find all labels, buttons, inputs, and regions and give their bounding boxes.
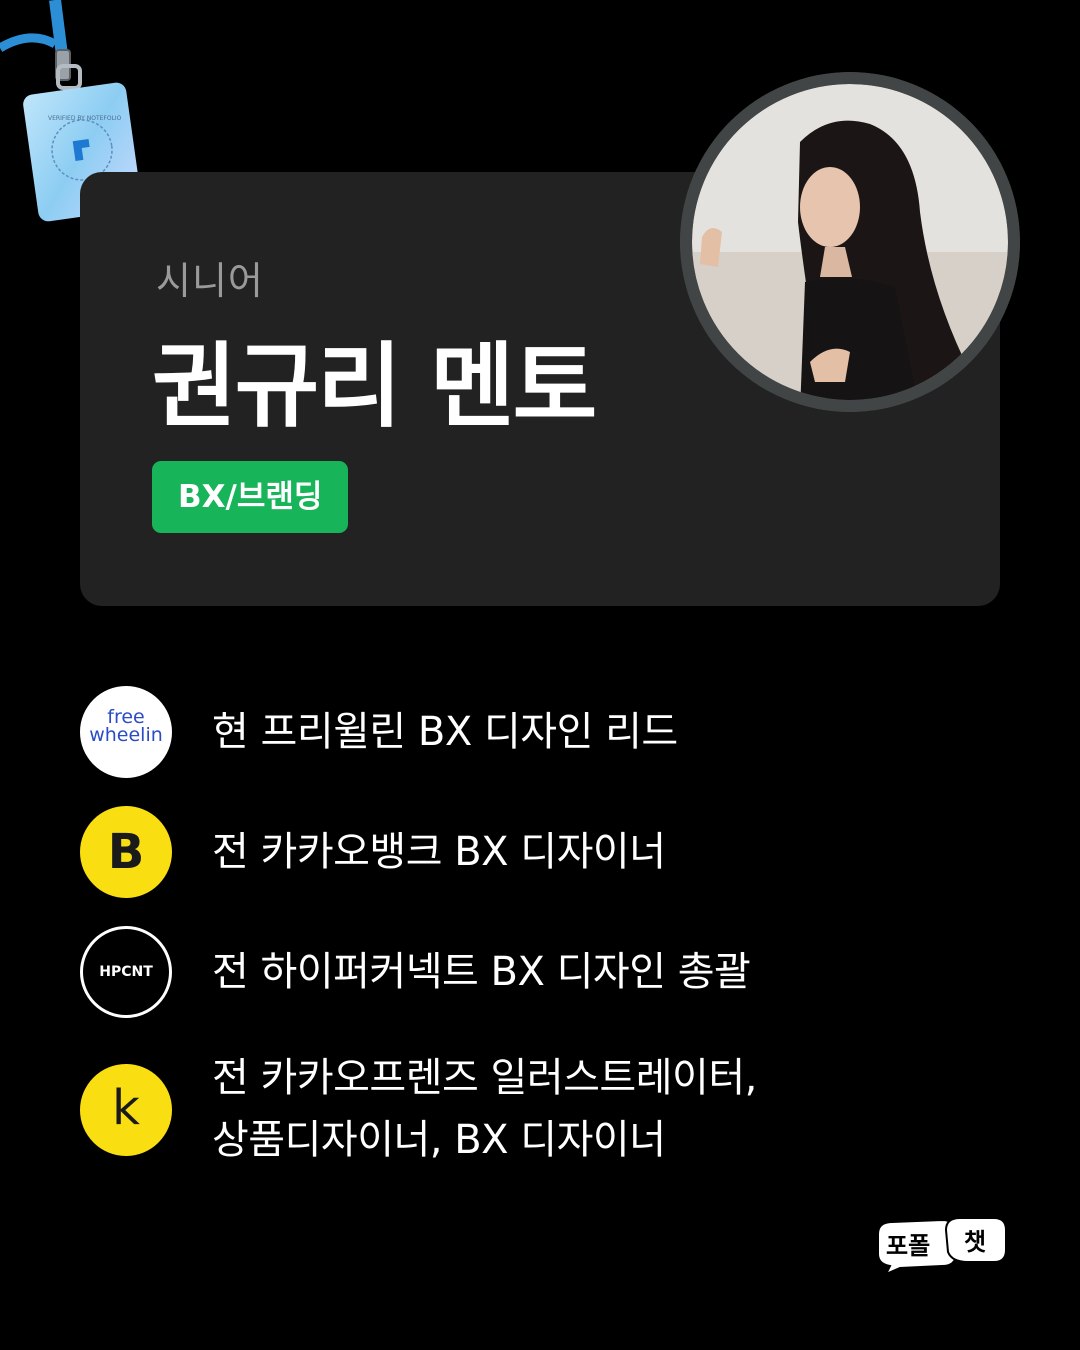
hpcnt-logo-icon: HPCNT bbox=[80, 926, 172, 1018]
kakaofriends-logo-glyph: k bbox=[112, 1080, 140, 1136]
badge-label: VERIFIED BY NOTEFOLIO bbox=[48, 115, 122, 122]
category-tag[interactable]: BX/브랜딩 bbox=[152, 461, 349, 533]
career-text-line-2: 상품디자이너, BX 디자이너 bbox=[212, 1117, 666, 1163]
brand-text-1: 포폴 bbox=[886, 1232, 930, 1260]
mentor-avatar bbox=[680, 72, 1020, 412]
career-text: 전 카카오뱅크 BX 디자이너 bbox=[212, 829, 666, 875]
kakaobank-logo-icon: B bbox=[80, 806, 172, 898]
career-text: 현 프리윌린 BX 디자인 리드 bbox=[212, 709, 678, 755]
kakaofriends-logo-icon: k bbox=[80, 1064, 172, 1156]
brand-text-2: 챗 bbox=[964, 1228, 986, 1256]
freewheelin-logo-text-2: wheelin bbox=[89, 724, 163, 746]
brand-logo: 포폴 챗 bbox=[877, 1217, 1007, 1276]
freewheelin-logo-icon: free wheelin bbox=[80, 686, 172, 778]
career-text: 전 하이퍼커넥트 BX 디자인 총괄 bbox=[212, 949, 751, 995]
career-text-line-1: 전 카카오프렌즈 일러스트레이터, bbox=[212, 1055, 757, 1101]
mentor-name: 권규리 멘토 bbox=[152, 333, 597, 440]
hpcnt-logo-text: HPCNT bbox=[99, 964, 153, 980]
kakaobank-logo-glyph: B bbox=[107, 824, 145, 880]
mentor-level: 시니어 bbox=[156, 259, 264, 303]
